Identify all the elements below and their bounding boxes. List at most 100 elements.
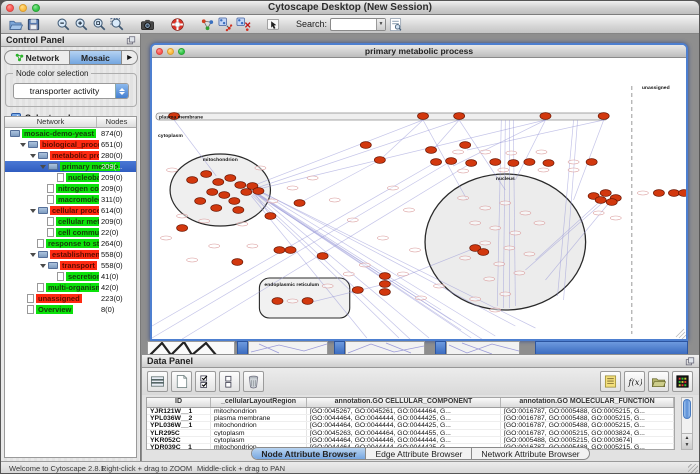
select-mode-button[interactable] — [264, 16, 282, 33]
network-file-icon — [37, 283, 44, 292]
tab-network-attribute-browser[interactable]: Network Attribute Browser — [472, 448, 588, 459]
table-row[interactable]: YLR295Ccytoplasm[GO:0045263, GO:0044464,… — [147, 430, 674, 437]
heatmap-button[interactable] — [672, 371, 693, 392]
table-column-header[interactable]: ID — [147, 398, 211, 407]
import-attributes-button[interactable] — [648, 371, 669, 392]
gene-node — [454, 113, 465, 120]
minimized-window-titlebar[interactable] — [237, 341, 248, 354]
tree-row[interactable]: metabolic process280(0) — [5, 150, 136, 161]
snapshot-button[interactable] — [138, 16, 156, 33]
table-column-header[interactable]: _cellularLayoutRegion — [211, 398, 307, 407]
search-label: Search: — [296, 19, 327, 29]
table-row[interactable]: YPL036W__2plasma membrane[GO:0044464, GO… — [147, 415, 674, 422]
tree-row[interactable]: cellular process614(0) — [5, 205, 136, 216]
tab-mosaic[interactable]: Mosaic — [69, 51, 122, 64]
float-panel-icon[interactable] — [126, 36, 136, 45]
zoom-out-button[interactable] — [54, 16, 72, 33]
node-color-dropdown[interactable]: transporter activity — [13, 83, 129, 99]
tree-row[interactable]: biological_process651(0) — [5, 139, 136, 150]
table-row[interactable]: YKR052Ccytoplasm[GO:0044464, GO:0044446,… — [147, 437, 674, 444]
attribute-notes-button[interactable] — [600, 371, 621, 392]
tree-row[interactable]: Overview8(0) — [5, 304, 136, 315]
scroll-up-icon[interactable]: ▲ — [685, 435, 690, 441]
network-canvas[interactable]: plasma membranecytoplasmmitochondrionnuc… — [152, 58, 686, 339]
expand-arrow-icon[interactable] — [30, 154, 36, 158]
expand-arrow-icon[interactable] — [30, 253, 36, 257]
tab-node-attribute-browser[interactable]: Node Attribute Browser — [252, 448, 366, 459]
gene-node — [219, 192, 230, 199]
table-row[interactable]: YPL036W__1mitochondrion[GO:0044464, GO:0… — [147, 422, 674, 429]
scrollbar-thumb[interactable] — [683, 399, 691, 419]
gene-node — [195, 198, 206, 205]
zoom-selected-button[interactable] — [108, 16, 126, 33]
create-view-button[interactable] — [216, 16, 234, 33]
app-title: Cytoscape Desktop (New Session) — [1, 2, 699, 13]
unselect-attributes-button[interactable] — [219, 371, 240, 392]
label-nucleus: nucleus — [496, 176, 515, 182]
tab-network[interactable]: Network — [5, 51, 69, 64]
expand-arrow-icon[interactable] — [40, 264, 46, 268]
tree-row[interactable]: mosaic-demo-yeast874(0) — [5, 128, 136, 139]
minimized-window-titlebar[interactable] — [435, 341, 446, 354]
gene-node — [431, 159, 442, 166]
tree-row[interactable]: cellular metabo209(0) — [5, 216, 136, 227]
tree-row[interactable]: macromolecule311(0) — [5, 194, 136, 205]
data-panel-title: Data Panel — [147, 356, 193, 366]
attribute-grid-button[interactable] — [147, 371, 168, 392]
select-attributes-button[interactable] — [195, 371, 216, 392]
search-dropdown-icon[interactable]: ▼ — [376, 19, 385, 30]
expand-arrow-icon[interactable] — [40, 165, 46, 169]
control-panel: Control Panel Network Mosaic ▶ Node — [1, 34, 141, 461]
gene-node — [374, 157, 385, 164]
table-scrollbar[interactable]: ▲▼ — [681, 397, 693, 450]
network-file-icon — [47, 195, 54, 204]
background-window-fragment[interactable] — [147, 341, 235, 354]
gene-node — [600, 190, 611, 197]
tree-row[interactable]: cell communicat22(0) — [5, 227, 136, 238]
table-row[interactable]: YJR121W__1mitochondrion[GO:0045267, GO:0… — [147, 408, 674, 415]
zoom-fit-button[interactable] — [90, 16, 108, 33]
minimized-window-titlebar[interactable] — [535, 341, 688, 354]
help-button[interactable] — [168, 16, 186, 33]
gene-node — [253, 188, 264, 195]
tree-column-network[interactable]: Network — [5, 117, 97, 127]
gene-node — [229, 198, 240, 205]
destroy-view-button[interactable] — [234, 16, 252, 33]
expand-arrow-icon[interactable] — [30, 209, 36, 213]
gene-node — [379, 273, 390, 280]
network-overview-button[interactable] — [198, 16, 216, 33]
minimized-window-fragment[interactable] — [248, 341, 328, 354]
table-column-header[interactable]: annotation.GO MOLECULAR_FUNCTION — [501, 398, 674, 407]
window-resize-grip[interactable] — [688, 464, 698, 474]
search-config-button[interactable] — [386, 16, 404, 33]
tab-overflow-button[interactable]: ▶ — [122, 51, 137, 64]
open-file-button[interactable] — [6, 16, 24, 33]
function-builder-button[interactable]: f(x) — [624, 371, 645, 392]
expand-arrow-icon[interactable] — [20, 143, 26, 147]
new-attribute-button[interactable] — [171, 371, 192, 392]
label-plasma-membrane: plasma membrane — [159, 115, 203, 121]
zoom-in-button[interactable] — [72, 16, 90, 33]
minimized-window-titlebar[interactable] — [334, 341, 345, 354]
gene-node — [187, 177, 198, 184]
tree-row[interactable]: primary metabo209(... — [5, 161, 136, 172]
delete-attribute-button[interactable] — [243, 371, 264, 392]
tree-row[interactable]: response to stimulu264(0) — [5, 238, 136, 249]
tree-row[interactable]: multi-organism pro42(0) — [5, 282, 136, 293]
save-session-button[interactable] — [24, 16, 42, 33]
tree-row[interactable]: nitrogen compo209(0) — [5, 183, 136, 194]
minimized-window-fragment[interactable] — [345, 341, 425, 354]
tree-row[interactable]: secretion41(0) — [5, 271, 136, 282]
table-column-header[interactable]: annotation.GO CELLULAR_COMPONENT — [307, 398, 501, 407]
search-input[interactable] — [331, 19, 376, 30]
tree-row[interactable]: unassigned223(0) — [5, 293, 136, 304]
tree-column-nodes[interactable]: Nodes — [97, 117, 136, 127]
minimized-window-fragment[interactable] — [446, 341, 520, 354]
network-file-icon — [47, 228, 54, 237]
gene-node — [360, 142, 371, 149]
tab-edge-attribute-browser[interactable]: Edge Attribute Browser — [366, 448, 472, 459]
float-panel-icon[interactable] — [685, 357, 695, 366]
tree-row[interactable]: establishment of lo558(0) — [5, 249, 136, 260]
tree-row[interactable]: transport558(0) — [5, 260, 136, 271]
tree-row[interactable]: nucleobase-209(0) — [5, 172, 136, 183]
